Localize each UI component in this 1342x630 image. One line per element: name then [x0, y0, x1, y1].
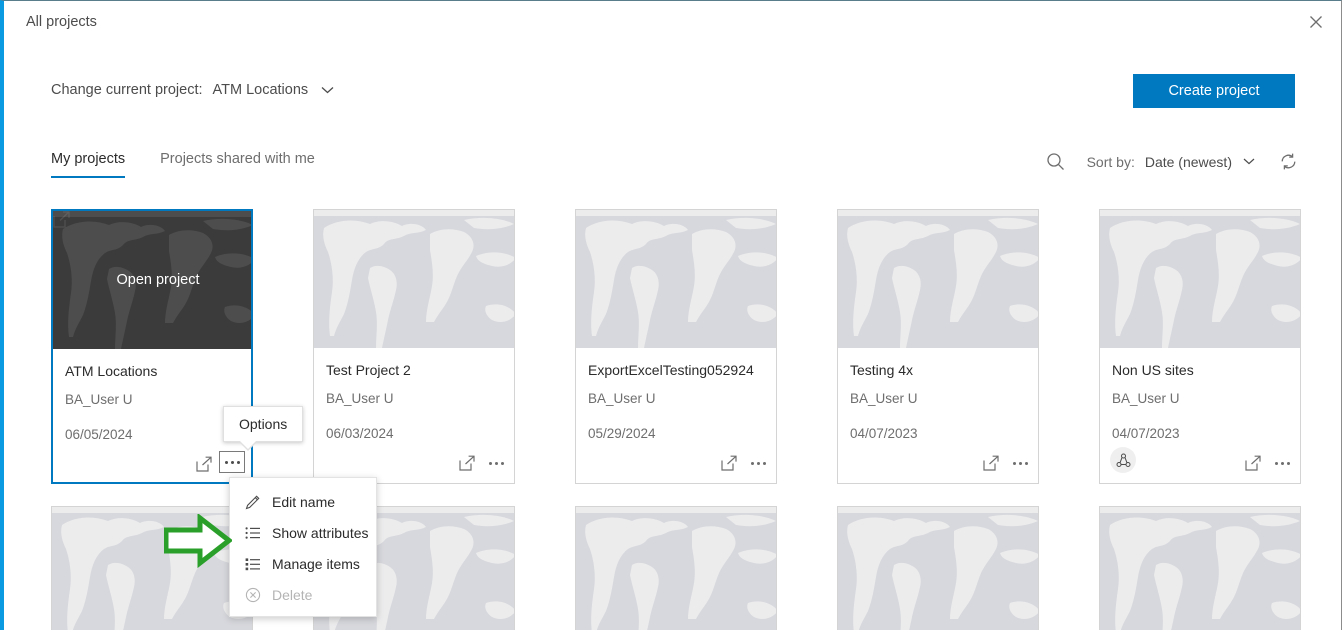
project-card[interactable]: ExportExcelTesting052924 BA_User U 05/29…	[575, 209, 777, 484]
all-projects-dialog: All projects Change current project: ATM…	[0, 0, 1342, 630]
project-card[interactable]: Open project ATM Locations BA_User U 06/…	[51, 209, 253, 484]
manage-items-icon	[244, 555, 261, 572]
project-card-group-indicator	[1110, 447, 1136, 473]
menu-item-manage-items[interactable]: Manage items	[230, 548, 376, 579]
ellipsis-icon[interactable]	[751, 461, 766, 465]
pencil-icon	[244, 493, 261, 510]
ellipsis-icon[interactable]	[1013, 461, 1028, 465]
project-tabs: My projects Projects shared with me	[51, 151, 350, 178]
project-thumbnail	[576, 507, 776, 630]
project-switcher-value[interactable]: ATM Locations	[213, 82, 309, 98]
project-thumbnail	[838, 210, 1038, 348]
project-owner: BA_User U	[65, 392, 133, 407]
create-project-button[interactable]: Create project	[1133, 74, 1295, 108]
project-owner: BA_User U	[588, 391, 656, 406]
project-card-body: Test Project 2 BA_User U 06/03/2024	[314, 348, 514, 481]
menu-item-show-attributes[interactable]: Show attributes	[230, 517, 376, 548]
project-thumbnail	[314, 210, 514, 348]
project-card-actions	[983, 455, 1028, 471]
project-card-actions	[721, 455, 766, 471]
menu-item-delete: Delete	[230, 579, 376, 610]
chevron-down-icon[interactable]	[321, 86, 334, 94]
menu-item-edit-name[interactable]: Edit name	[230, 486, 376, 517]
project-owner: BA_User U	[1112, 391, 1180, 406]
delete-circle-icon	[244, 586, 261, 603]
project-card[interactable]: Testing 4x BA_User U 04/07/2023	[837, 209, 1039, 484]
project-date: 06/05/2024	[65, 427, 133, 442]
project-card[interactable]	[837, 506, 1039, 630]
group-share-icon[interactable]	[1110, 447, 1136, 473]
project-name: Testing 4x	[850, 362, 914, 378]
tab-projects-shared-with-me[interactable]: Projects shared with me	[160, 151, 315, 176]
ellipsis-icon[interactable]	[1275, 461, 1290, 465]
project-card[interactable]	[575, 506, 777, 630]
project-date: 06/03/2024	[326, 426, 394, 441]
project-card-body: Non US sites BA_User U 04/07/2023	[1100, 348, 1300, 481]
project-card[interactable]: Non US sites BA_User U 04/07/2023	[1099, 209, 1301, 484]
project-card-body: ExportExcelTesting052924 BA_User U 05/29…	[576, 348, 776, 481]
projects-toolbar: Sort by: Date (newest)	[1046, 152, 1298, 171]
ellipsis-icon[interactable]	[489, 461, 504, 465]
project-card[interactable]: Test Project 2 BA_User U 06/03/2024	[313, 209, 515, 484]
search-icon[interactable]	[1046, 152, 1065, 171]
project-options-menu: Edit name Show attributes Manage items D…	[229, 477, 377, 617]
project-card-body: Testing 4x BA_User U 04/07/2023	[838, 348, 1038, 481]
project-date: 04/07/2023	[1112, 426, 1180, 441]
project-name: Non US sites	[1112, 362, 1194, 378]
right-arrow-annotation	[163, 512, 234, 573]
menu-item-label: Show attributes	[272, 524, 369, 541]
project-name: ExportExcelTesting052924	[588, 362, 754, 378]
menu-item-label: Edit name	[272, 493, 336, 510]
sort-by-label: Sort by:	[1086, 153, 1135, 170]
list-icon	[244, 524, 261, 541]
tab-my-projects[interactable]: My projects	[51, 151, 126, 178]
project-name: ATM Locations	[65, 363, 158, 379]
sort-by-value[interactable]: Date (newest)	[1145, 154, 1232, 170]
refresh-icon[interactable]	[1279, 152, 1298, 171]
project-name: Test Project 2	[326, 362, 411, 378]
project-thumbnail: Open project	[53, 211, 251, 349]
page-title: All projects	[26, 14, 97, 30]
open-project-overlay[interactable]: Open project	[53, 211, 251, 349]
project-owner: BA_User U	[850, 391, 918, 406]
options-tooltip: Options	[223, 406, 304, 451]
menu-item-label: Manage items	[272, 555, 360, 572]
open-project-label: Open project	[116, 272, 200, 288]
project-owner: BA_User U	[326, 391, 394, 406]
project-card[interactable]	[1099, 506, 1301, 630]
project-switcher: Change current project: ATM Locations	[51, 82, 334, 98]
ellipsis-icon[interactable]	[219, 451, 245, 473]
project-card-actions	[1245, 455, 1290, 471]
project-thumbnail	[1100, 210, 1300, 348]
project-thumbnail	[838, 507, 1038, 630]
share-icon[interactable]	[196, 456, 212, 472]
project-switcher-label: Change current project:	[51, 82, 203, 98]
project-date: 04/07/2023	[850, 426, 918, 441]
close-icon[interactable]	[1303, 9, 1329, 35]
project-thumbnail	[576, 210, 776, 348]
project-card-actions	[459, 455, 504, 471]
menu-item-label: Delete	[272, 586, 313, 603]
share-icon[interactable]	[983, 455, 999, 471]
share-icon[interactable]	[721, 455, 737, 471]
chevron-down-icon[interactable]	[1243, 158, 1255, 165]
share-icon[interactable]	[459, 455, 475, 471]
project-date: 05/29/2024	[588, 426, 656, 441]
share-icon[interactable]	[1245, 455, 1261, 471]
project-thumbnail	[1100, 507, 1300, 630]
